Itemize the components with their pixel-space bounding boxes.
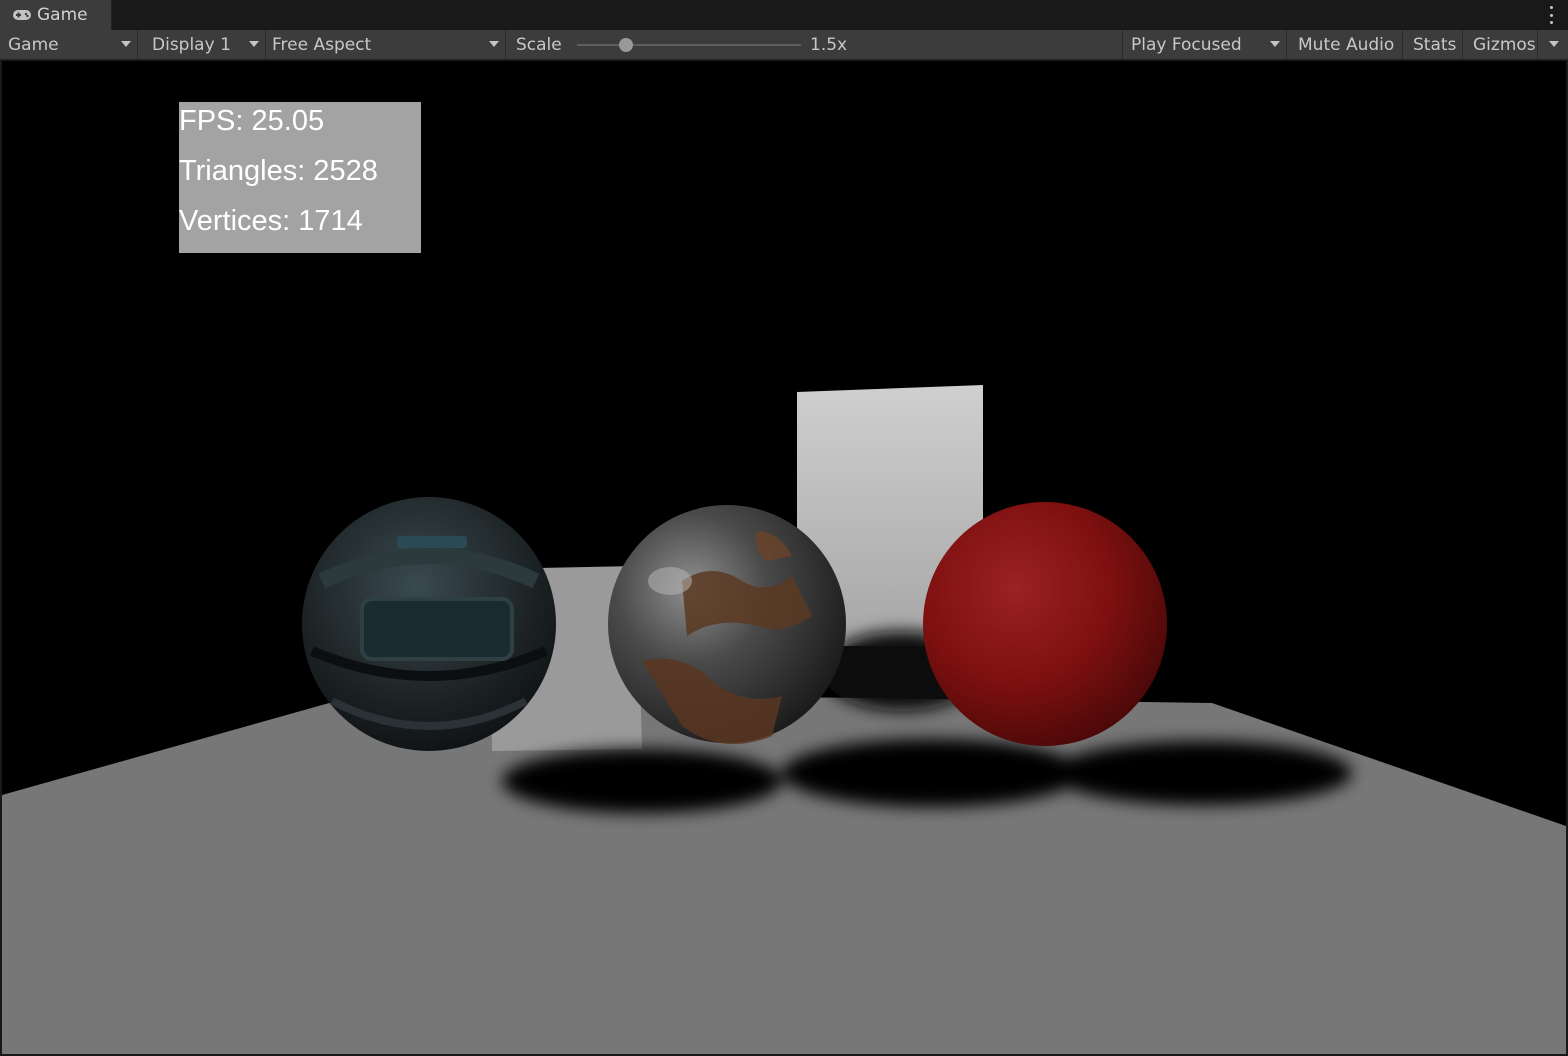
display-dropdown[interactable]: Display 1: [144, 30, 266, 59]
scale-control: Scale 1.5x: [507, 30, 1123, 59]
stats-toggle[interactable]: Stats: [1405, 30, 1463, 59]
game-view-toolbar: Game Display 1 Free Aspect Scale 1.5x Pl…: [0, 30, 1568, 60]
tab-strip: Game: [0, 0, 1568, 31]
game-viewport[interactable]: FPS: 25.05 Triangles: 2528 Vertices: 171…: [2, 61, 1566, 1054]
view-mode-dropdown[interactable]: Game: [0, 30, 138, 59]
scale-slider-thumb[interactable]: [619, 38, 634, 52]
chevron-down-icon: [249, 41, 259, 47]
rusty-metal-sphere: [608, 505, 846, 744]
scale-value: 1.5x: [810, 34, 848, 55]
textured-sphere: [302, 497, 556, 751]
aspect-dropdown[interactable]: Free Aspect: [264, 30, 506, 59]
scale-label: Scale: [516, 34, 562, 55]
display-label: Display 1: [152, 34, 231, 55]
chevron-down-icon: [489, 41, 499, 47]
mute-audio-toggle[interactable]: Mute Audio: [1290, 30, 1403, 59]
gamepad-icon: [12, 8, 32, 22]
chevron-down-icon: [1270, 41, 1280, 47]
mute-audio-label: Mute Audio: [1298, 34, 1395, 55]
gizmos-toggle[interactable]: Gizmos: [1465, 30, 1537, 59]
view-mode-label: Game: [8, 34, 59, 55]
scale-slider-track[interactable]: [577, 44, 801, 46]
more-options-icon[interactable]: [1548, 6, 1554, 24]
vertices-text: Vertices: 1714: [179, 205, 363, 237]
chevron-down-icon: [1549, 41, 1559, 47]
tab-label: Game: [37, 5, 88, 25]
play-focused-label: Play Focused: [1131, 34, 1242, 55]
stats-label: Stats: [1413, 34, 1457, 55]
stats-overlay: FPS: 25.05 Triangles: 2528 Vertices: 171…: [179, 102, 421, 253]
tab-game[interactable]: Game: [0, 0, 112, 30]
play-focused-dropdown[interactable]: Play Focused: [1123, 30, 1287, 59]
triangles-text: Triangles: 2528: [179, 155, 378, 187]
gizmos-label: Gizmos: [1473, 34, 1536, 55]
gizmos-dropdown[interactable]: [1537, 30, 1568, 59]
aspect-label: Free Aspect: [272, 34, 372, 55]
chevron-down-icon: [121, 41, 131, 47]
fps-text: FPS: 25.05: [179, 105, 325, 137]
red-sphere: [923, 502, 1167, 746]
floor-plane: [2, 691, 1566, 1054]
